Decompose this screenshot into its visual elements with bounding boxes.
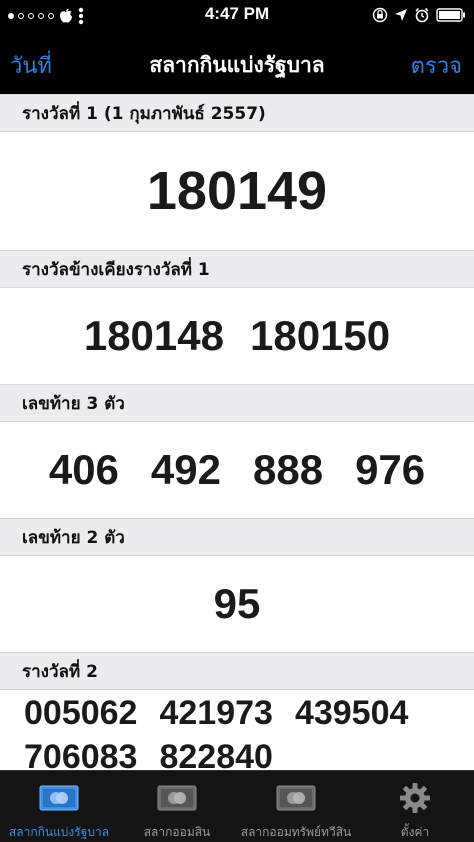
tab-baac-lottery[interactable]: สลากออมทรัพย์ทวีสิน bbox=[236, 771, 356, 842]
tab-label: สลากออมสิน bbox=[143, 825, 211, 839]
status-bar: 4:47 PM bbox=[0, 0, 474, 30]
navigation-bar: วันที่ สลากกินแบ่งรัฐบาล ตรวจ bbox=[0, 30, 474, 94]
prize-number: 976 bbox=[355, 446, 426, 493]
tab-label: สลากกินแบ่งรัฐบาล bbox=[8, 825, 110, 839]
last-three-numbers: 406 492 888 976 bbox=[0, 422, 474, 518]
lottery-ticket-icon bbox=[39, 783, 79, 813]
rotation-lock-icon bbox=[372, 7, 388, 23]
location-arrow-icon bbox=[395, 9, 407, 21]
second-prize-numbers-row-1: 005062 421973 439504 bbox=[0, 690, 474, 736]
tab-gsb-lottery[interactable]: สลากออมสิน bbox=[118, 771, 236, 842]
section-header-last-three: เลขท้าย 3 ตัว bbox=[0, 384, 474, 422]
tab-label: สลากออมทรัพย์ทวีสิน bbox=[240, 825, 352, 839]
section-header-first-prize: รางวัลที่ 1 (1 กุมภาพันธ์ 2557) bbox=[0, 94, 474, 132]
second-prize-numbers-row-2: 706083 822840 bbox=[0, 734, 474, 771]
tab-settings[interactable]: ตั้งค่า bbox=[356, 771, 474, 842]
results-list[interactable]: รางวัลที่ 1 (1 กุมภาพันธ์ 2557) 180149 ร… bbox=[0, 94, 474, 770]
prize-number: 421973 bbox=[159, 693, 273, 732]
prize-number: 706083 bbox=[24, 737, 138, 771]
prize-number: 492 bbox=[150, 446, 221, 493]
gear-icon bbox=[399, 783, 431, 813]
prize-number: 005062 bbox=[24, 693, 138, 732]
status-right bbox=[372, 7, 466, 23]
tab-bar: สลากกินแบ่งรัฐบาล สลากออมสิน สลากออมทรัพ… bbox=[0, 770, 474, 842]
section-header-adjacent-first: รางวัลข้างเคียงรางวัลที่ 1 bbox=[0, 250, 474, 288]
tab-government-lottery[interactable]: สลากกินแบ่งรัฐบาล bbox=[0, 771, 118, 842]
prize-number: 822840 bbox=[159, 737, 273, 771]
alarm-icon bbox=[415, 7, 429, 23]
savings-ticket-icon bbox=[157, 783, 197, 813]
savings-bond-ticket-icon bbox=[276, 783, 316, 813]
prize-number: 888 bbox=[253, 446, 324, 493]
battery-icon bbox=[436, 8, 465, 22]
section-header-last-two: เลขท้าย 2 ตัว bbox=[0, 518, 474, 556]
adjacent-first-numbers: 180148 180150 bbox=[0, 288, 474, 384]
check-button[interactable]: ตรวจ bbox=[411, 48, 462, 83]
prize-number: 180149 bbox=[146, 161, 328, 221]
first-prize-numbers: 180149 bbox=[0, 132, 474, 250]
prize-number: 439504 bbox=[294, 693, 409, 732]
prize-number: 180148 bbox=[83, 312, 224, 359]
prize-number: 180150 bbox=[250, 312, 391, 359]
section-header-second-prize: รางวัลที่ 2 bbox=[0, 652, 474, 690]
prize-number: 406 bbox=[48, 446, 119, 493]
last-two-numbers: 95 bbox=[0, 556, 474, 652]
prize-number: 95 bbox=[213, 580, 261, 627]
tab-label: ตั้งค่า bbox=[400, 825, 430, 839]
page-title: สลากกินแบ่งรัฐบาล bbox=[149, 53, 325, 77]
